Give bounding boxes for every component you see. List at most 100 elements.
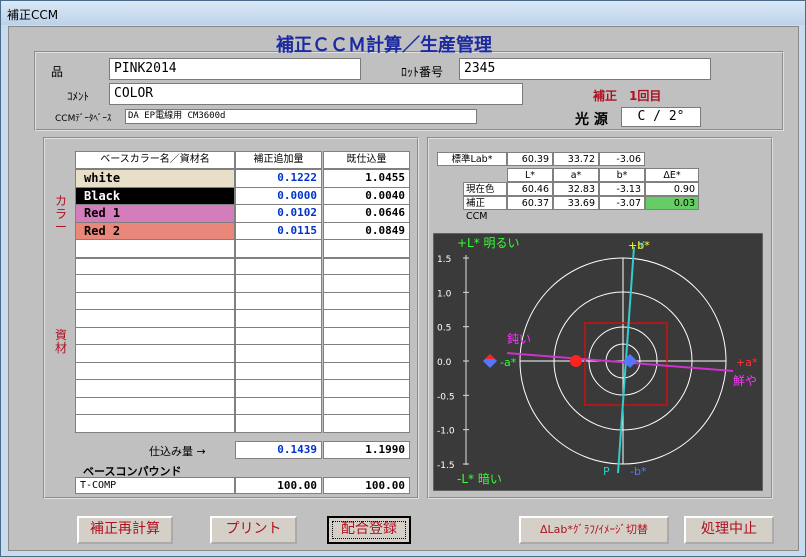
- empty-cell[interactable]: [235, 291, 322, 310]
- empty-cell[interactable]: [235, 239, 322, 258]
- empty-cell[interactable]: [75, 256, 235, 275]
- title-bar: 補正CCM: [1, 1, 805, 25]
- empty-cell[interactable]: [235, 326, 322, 345]
- color-name-3[interactable]: Red 2: [75, 221, 235, 240]
- empty-cell[interactable]: [235, 379, 322, 398]
- empty-cell[interactable]: [323, 239, 410, 258]
- graph-label-minus-b: -b*: [630, 465, 647, 478]
- graph-label-y: Y: [637, 239, 645, 252]
- color-name-1[interactable]: Black: [75, 186, 235, 205]
- lab-ccm-a: 33.69: [553, 196, 599, 210]
- empty-cell[interactable]: [323, 256, 410, 275]
- register-formula-button[interactable]: 配合登録: [327, 516, 411, 544]
- graph-label-p: P: [603, 465, 610, 478]
- lab-header-a: a*: [553, 168, 599, 182]
- lab-current-dE: 0.90: [645, 182, 699, 196]
- empty-cell[interactable]: [75, 239, 235, 258]
- color-name-0[interactable]: white: [75, 169, 235, 188]
- empty-cell[interactable]: [235, 256, 322, 275]
- empty-cell[interactable]: [75, 309, 235, 328]
- window-title: 補正CCM: [7, 8, 59, 22]
- empty-cell[interactable]: [235, 396, 322, 415]
- empty-cell[interactable]: [323, 361, 410, 380]
- empty-cell[interactable]: [75, 291, 235, 310]
- lab-standard-b: -3.06: [599, 152, 645, 166]
- light-source-label: 光 源: [575, 112, 608, 128]
- light-source-field[interactable]: C / 2°: [621, 107, 701, 127]
- color-add-0[interactable]: 0.1222: [235, 169, 322, 188]
- graph-label-dark: -L* 暗い: [457, 471, 502, 486]
- comment-field[interactable]: COLOR: [109, 83, 523, 105]
- lab-header-L: L*: [507, 168, 553, 182]
- color-existing-0[interactable]: 1.0455: [323, 169, 410, 188]
- abort-button[interactable]: 処理中止: [684, 516, 774, 544]
- graph-tick-label: 0.5: [437, 324, 451, 334]
- graph-label-plus-a: +a*: [736, 356, 758, 369]
- lot-field[interactable]: 2345: [459, 58, 711, 80]
- lab-standard-a: 33.72: [553, 152, 599, 166]
- print-button[interactable]: プリント: [210, 516, 297, 544]
- comment-label: ｺﾒﾝﾄ: [67, 90, 89, 103]
- empty-cell[interactable]: [75, 344, 235, 363]
- side-label-color: カラー: [55, 194, 68, 234]
- empty-cell[interactable]: [235, 309, 322, 328]
- graph-marker-current: [569, 355, 582, 367]
- header-existing: 既仕込量: [323, 151, 410, 169]
- color-existing-1[interactable]: 0.0040: [323, 186, 410, 205]
- total-label: 仕込み量 →: [149, 445, 206, 458]
- empty-cell[interactable]: [323, 291, 410, 310]
- total-existing: 1.1990: [323, 441, 410, 459]
- color-add-2[interactable]: 0.0102: [235, 204, 322, 223]
- empty-cell[interactable]: [75, 379, 235, 398]
- graph-label-vivid: 鮮や: [733, 374, 757, 388]
- lab-standard-label: 標準Lab*: [437, 152, 507, 166]
- empty-cell[interactable]: [323, 379, 410, 398]
- lab-header-dE: ΔE*: [645, 168, 699, 182]
- lab-ccm-dE: 0.03: [645, 196, 699, 210]
- color-name-2[interactable]: Red 1: [75, 204, 235, 223]
- header-name: ベースカラー名／資材名: [75, 151, 235, 169]
- empty-cell[interactable]: [75, 414, 235, 433]
- empty-cell[interactable]: [323, 309, 410, 328]
- empty-cell[interactable]: [323, 414, 410, 433]
- color-add-3[interactable]: 0.0115: [235, 221, 322, 240]
- compound-add[interactable]: 100.00: [235, 477, 322, 494]
- empty-cell[interactable]: [75, 274, 235, 293]
- db-field[interactable]: DA EP電線用 CM3600d: [125, 109, 477, 124]
- graph-tick-label: 1.5: [437, 255, 451, 265]
- graph-background: [433, 233, 763, 491]
- empty-cell[interactable]: [323, 396, 410, 415]
- empty-cell[interactable]: [323, 274, 410, 293]
- graph-label-bright: +L* 明るい: [457, 236, 520, 250]
- header-add: 補正追加量: [235, 151, 322, 169]
- empty-cell[interactable]: [75, 396, 235, 415]
- empty-cell[interactable]: [323, 326, 410, 345]
- product-field[interactable]: PINK2014: [109, 58, 361, 80]
- lab-ccm-b: -3.07: [599, 196, 645, 210]
- empty-cell[interactable]: [323, 344, 410, 363]
- empty-cell[interactable]: [235, 274, 322, 293]
- toggle-graph-button[interactable]: ΔLab*ｸﾞﾗﾌ/ｲﾒｰｼﾞ切替: [519, 516, 669, 544]
- total-add: 0.1439: [235, 441, 322, 459]
- empty-cell[interactable]: [75, 326, 235, 345]
- graph-tick-label: 1.0: [437, 289, 452, 299]
- recalculate-button[interactable]: 補正再計算: [77, 516, 173, 544]
- color-existing-2[interactable]: 0.0646: [323, 204, 410, 223]
- product-label: 品: [51, 65, 64, 79]
- compound-name[interactable]: T-COMP: [75, 477, 235, 494]
- delta-lab-graph: 1.51.00.50.0-0.5-1.0-1.5 +L* 明るい -L* 暗い …: [433, 233, 763, 491]
- empty-cell[interactable]: [235, 414, 322, 433]
- color-existing-3[interactable]: 0.0849: [323, 221, 410, 240]
- empty-cell[interactable]: [235, 361, 322, 380]
- empty-cell[interactable]: [75, 361, 235, 380]
- lab-current-b: -3.13: [599, 182, 645, 196]
- side-label-material: 資材: [55, 328, 68, 355]
- lab-ccm-label: 補正CCM: [463, 196, 507, 222]
- color-add-1[interactable]: 0.0000: [235, 186, 322, 205]
- graph-label-dull: 鈍い: [507, 331, 531, 346]
- empty-cell[interactable]: [235, 344, 322, 363]
- compound-existing[interactable]: 100.00: [323, 477, 410, 494]
- graph-tick-label: -1.0: [437, 427, 455, 437]
- correction-count: 補正 1回目: [593, 89, 662, 103]
- app-window: 補正CCM 補正ＣＣＭ計算／生産管理 品 PINK2014 ﾛｯﾄ番号 2345…: [0, 0, 806, 557]
